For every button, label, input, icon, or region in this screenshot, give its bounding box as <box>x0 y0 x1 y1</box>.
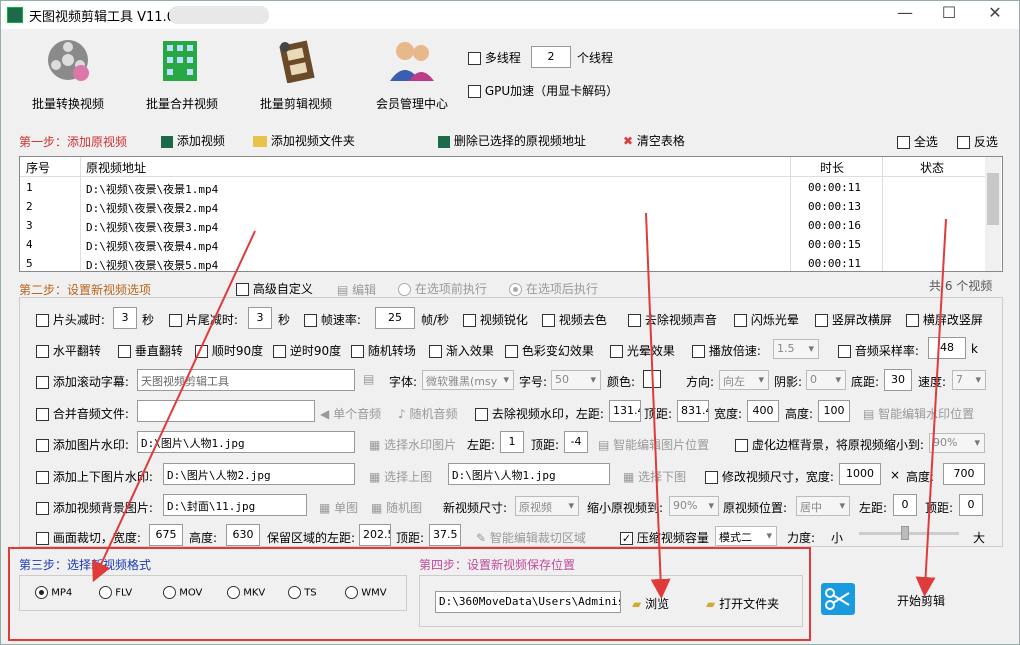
annotation-arrows <box>92 212 947 599</box>
app-window: 天图视频剪辑工具 V11.0 — ☐ ✕ 批量转换视频 批量合并视频 批量剪辑视… <box>0 0 1020 645</box>
